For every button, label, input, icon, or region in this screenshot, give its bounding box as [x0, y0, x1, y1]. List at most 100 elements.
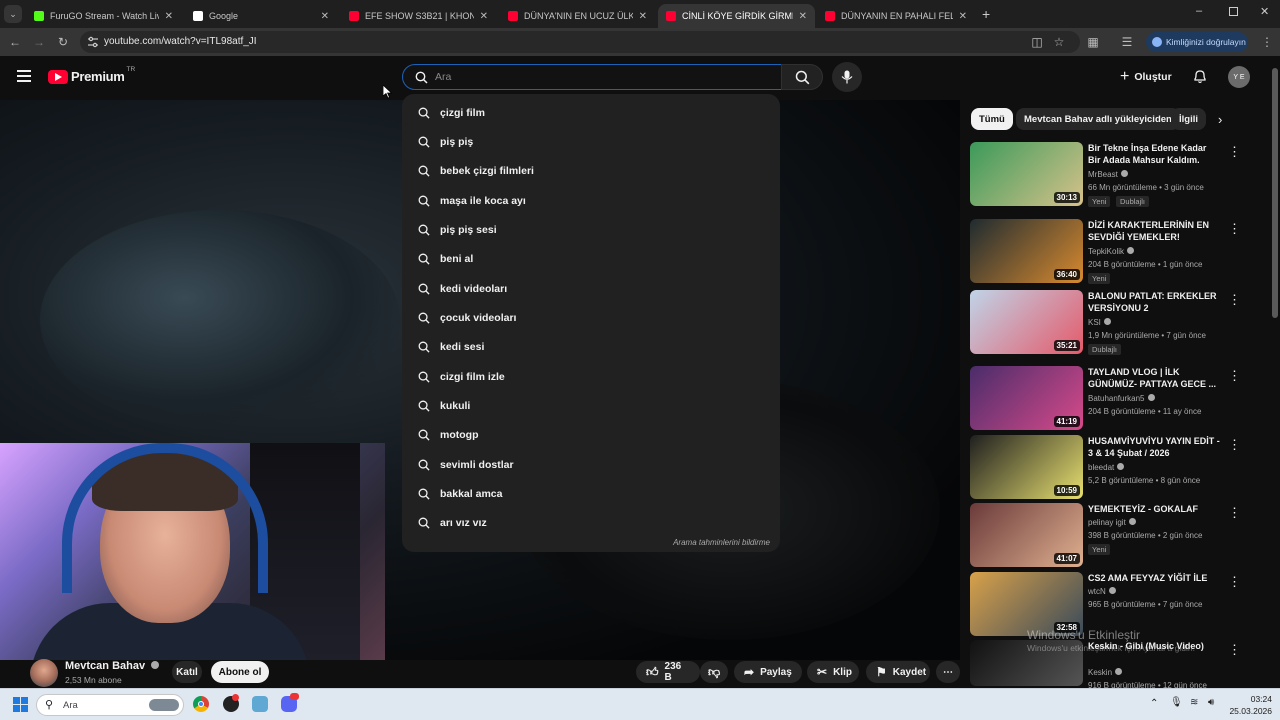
chips-next-arrow-icon[interactable]: ›	[1218, 112, 1222, 127]
subscribe-button[interactable]: Abone ol	[211, 661, 269, 683]
recommended-video[interactable]: 41:07 YEMEKTEYİZ - GOKALAF pelinay igit 398…	[970, 503, 1250, 569]
join-button[interactable]: Katıl	[172, 661, 202, 683]
video-title[interactable]: HUSAMVİYUVİYU YAYIN EDİT - 3 & 14 Şubat …	[1088, 435, 1220, 459]
search-suggestion-item[interactable]: kedi sesi	[402, 333, 780, 362]
search-suggestion-item[interactable]: sevimli dostlar	[402, 450, 780, 479]
video-thumbnail[interactable]: 30:13	[970, 142, 1083, 206]
video-channel[interactable]: KSI	[1088, 318, 1111, 327]
video-channel[interactable]: Keskin	[1088, 668, 1123, 677]
notifications-bell-icon[interactable]	[1193, 69, 1207, 84]
video-channel[interactable]: bleedat	[1088, 463, 1125, 472]
search-suggestion-item[interactable]: kukuli	[402, 392, 780, 421]
video-thumbnail[interactable]: 32:58	[970, 572, 1083, 636]
tab-close-icon[interactable]: ✕	[799, 11, 807, 22]
video-thumbnail[interactable]: 35:21	[970, 290, 1083, 354]
search-button[interactable]	[781, 64, 823, 90]
video-title[interactable]: YEMEKTEYİZ - GOKALAF	[1088, 503, 1220, 515]
search-suggestion-item[interactable]: arı vız vız	[402, 509, 780, 538]
browser-tab[interactable]: CİNLİ KÖYE GİRDİK GİRMEZ OL ✕	[658, 4, 815, 28]
microphone-tray-icon[interactable]: 🎙︎	[1170, 697, 1183, 708]
video-menu-icon[interactable]: ⋮	[1228, 574, 1241, 590]
app-taskbar-icon[interactable]	[223, 694, 239, 712]
media-controls-icon[interactable]: ☰	[1118, 33, 1136, 51]
tray-chevron-icon[interactable]: ⌃	[1150, 698, 1158, 709]
video-menu-icon[interactable]: ⋮	[1228, 505, 1241, 521]
video-thumbnail[interactable]: 41:19	[970, 366, 1083, 430]
menu-dots-icon[interactable]: ⋮	[1258, 33, 1276, 51]
start-windows-icon[interactable]	[13, 697, 29, 713]
new-tab-button[interactable]: +	[982, 6, 990, 22]
video-menu-icon[interactable]: ⋮	[1228, 437, 1241, 453]
video-thumbnail[interactable]: 36:40	[970, 219, 1083, 283]
hamburger-menu-icon[interactable]	[17, 70, 31, 82]
search-suggestion-item[interactable]: bebek çizgi filmleri	[402, 157, 780, 186]
wifi-tray-icon[interactable]: ≋	[1190, 697, 1198, 708]
video-channel[interactable]: MrBeast	[1088, 170, 1128, 179]
more-actions-button[interactable]: ⋯	[936, 661, 960, 683]
search-suggestion-item[interactable]: beni al	[402, 245, 780, 274]
taskbar-search-box[interactable]: ⚲ Ara	[36, 694, 184, 716]
youtube-logo[interactable]: Premium TR	[48, 66, 135, 84]
channel-name[interactable]: Mevtcan Bahav	[65, 660, 160, 672]
video-title[interactable]: Bir Tekne İnşa Edene Kadar Bir Adada Mah…	[1088, 142, 1220, 166]
recommended-video[interactable]: 35:21 BALONU PATLAT: ERKEKLER VERSİYONU 2…	[970, 290, 1250, 356]
url-text[interactable]: youtube.com/watch?v=ITL98atf_JI	[104, 36, 257, 47]
channel-avatar[interactable]	[30, 659, 58, 687]
video-menu-icon[interactable]: ⋮	[1228, 642, 1241, 658]
video-menu-icon[interactable]: ⋮	[1228, 144, 1241, 160]
search-suggestion-item[interactable]: kedi videoları	[402, 274, 780, 303]
search-suggestion-item[interactable]: motogp	[402, 421, 780, 450]
video-thumbnail[interactable]: 10:59	[970, 435, 1083, 499]
tab-close-icon[interactable]: ✕	[321, 11, 329, 22]
tab-search-icon[interactable]: ⌄	[4, 5, 22, 23]
tab-close-icon[interactable]: ✕	[480, 11, 488, 22]
video-title[interactable]: BALONU PATLAT: ERKEKLER VERSİYONU 2	[1088, 290, 1220, 314]
recommended-video[interactable]: 10:59 HUSAMVİYUVİYU YAYIN EDİT - 3 & 14 Ş…	[970, 435, 1250, 501]
recommended-video[interactable]: 41:19 TAYLAND VLOG | İLK GÜNÜMÜZ- PATTAYA…	[970, 366, 1250, 432]
back-icon[interactable]: ←	[6, 33, 24, 51]
video-title[interactable]: TAYLAND VLOG | İLK GÜNÜMÜZ- PATTAYA GECE…	[1088, 366, 1220, 390]
voice-search-button[interactable]	[832, 62, 862, 92]
bookmark-star-icon[interactable]: ☆	[1050, 33, 1068, 51]
search-suggestion-item[interactable]: cizgi film izle	[402, 362, 780, 391]
filter-chip[interactable]: Tümü	[971, 108, 1013, 130]
maximize-button[interactable]	[1229, 7, 1238, 16]
search-input[interactable]: Ara	[402, 64, 782, 90]
video-title[interactable]: DİZİ KARAKTERLERİNİN EN SEVDİĞİ YEMEKLER…	[1088, 219, 1220, 243]
search-suggestion-item[interactable]: piş piş sesi	[402, 215, 780, 244]
video-menu-icon[interactable]: ⋮	[1228, 221, 1241, 237]
browser-tab[interactable]: DÜNYA'NIN EN UCUZ ÜLKESİ V ✕	[500, 4, 655, 28]
search-suggestion-item[interactable]: maşa ile koca ayı	[402, 186, 780, 215]
verify-identity-button[interactable]: Kimliğinizi doğrulayın	[1146, 32, 1248, 52]
account-avatar[interactable]: Y E	[1228, 66, 1250, 88]
browser-tab[interactable]: DÜNYANIN EN PAHALI FELAKE ✕	[817, 4, 975, 28]
video-channel[interactable]: wtcN	[1088, 587, 1116, 596]
share-button[interactable]: ➦ Paylaş	[734, 661, 802, 683]
recommended-video[interactable]: 30:13 Bir Tekne İnşa Edene Kadar Bir Adad…	[970, 142, 1250, 208]
tab-close-icon[interactable]: ✕	[165, 11, 173, 22]
search-suggestion-item[interactable]: çocuk videoları	[402, 303, 780, 332]
video-thumbnail[interactable]: 41:07	[970, 503, 1083, 567]
report-predictions-link[interactable]: Arama tahminlerini bildirme	[673, 538, 770, 547]
filter-chip[interactable]: İlgili	[1171, 108, 1206, 130]
tab-close-icon[interactable]: ✕	[959, 11, 967, 22]
address-bar[interactable]: youtube.com/watch?v=ITL98atf_JI	[80, 31, 1080, 53]
extensions-icon[interactable]: ▦	[1084, 33, 1102, 51]
taskbar-clock[interactable]: 03:24 25.03.2026	[1222, 693, 1272, 717]
video-title[interactable]: CS2 AMA FEYYAZ YİĞİT İLE	[1088, 572, 1220, 584]
filter-chip[interactable]: Mevtcan Bahav adlı yükleyiciden	[1016, 108, 1180, 130]
search-suggestion-item[interactable]: bakkal amca	[402, 480, 780, 509]
forward-icon[interactable]: →	[30, 33, 48, 51]
scrollbar-thumb[interactable]	[1272, 68, 1278, 318]
save-button[interactable]: ⚑︎ Kaydet	[866, 661, 930, 683]
search-suggestion-item[interactable]: piş piş	[402, 127, 780, 156]
install-app-icon[interactable]: ◫	[1028, 33, 1046, 51]
video-menu-icon[interactable]: ⋮	[1228, 292, 1241, 308]
close-window-button[interactable]: ✕	[1260, 5, 1269, 18]
dislike-button[interactable]: 👎︎	[700, 661, 728, 683]
clip-button[interactable]: ✂ Klip	[807, 661, 859, 683]
video-channel[interactable]: Batuhanfurkan5	[1088, 394, 1155, 403]
discord-taskbar-icon[interactable]	[281, 693, 299, 712]
site-settings-icon[interactable]	[87, 36, 99, 48]
network-app-taskbar-icon[interactable]	[252, 696, 268, 712]
